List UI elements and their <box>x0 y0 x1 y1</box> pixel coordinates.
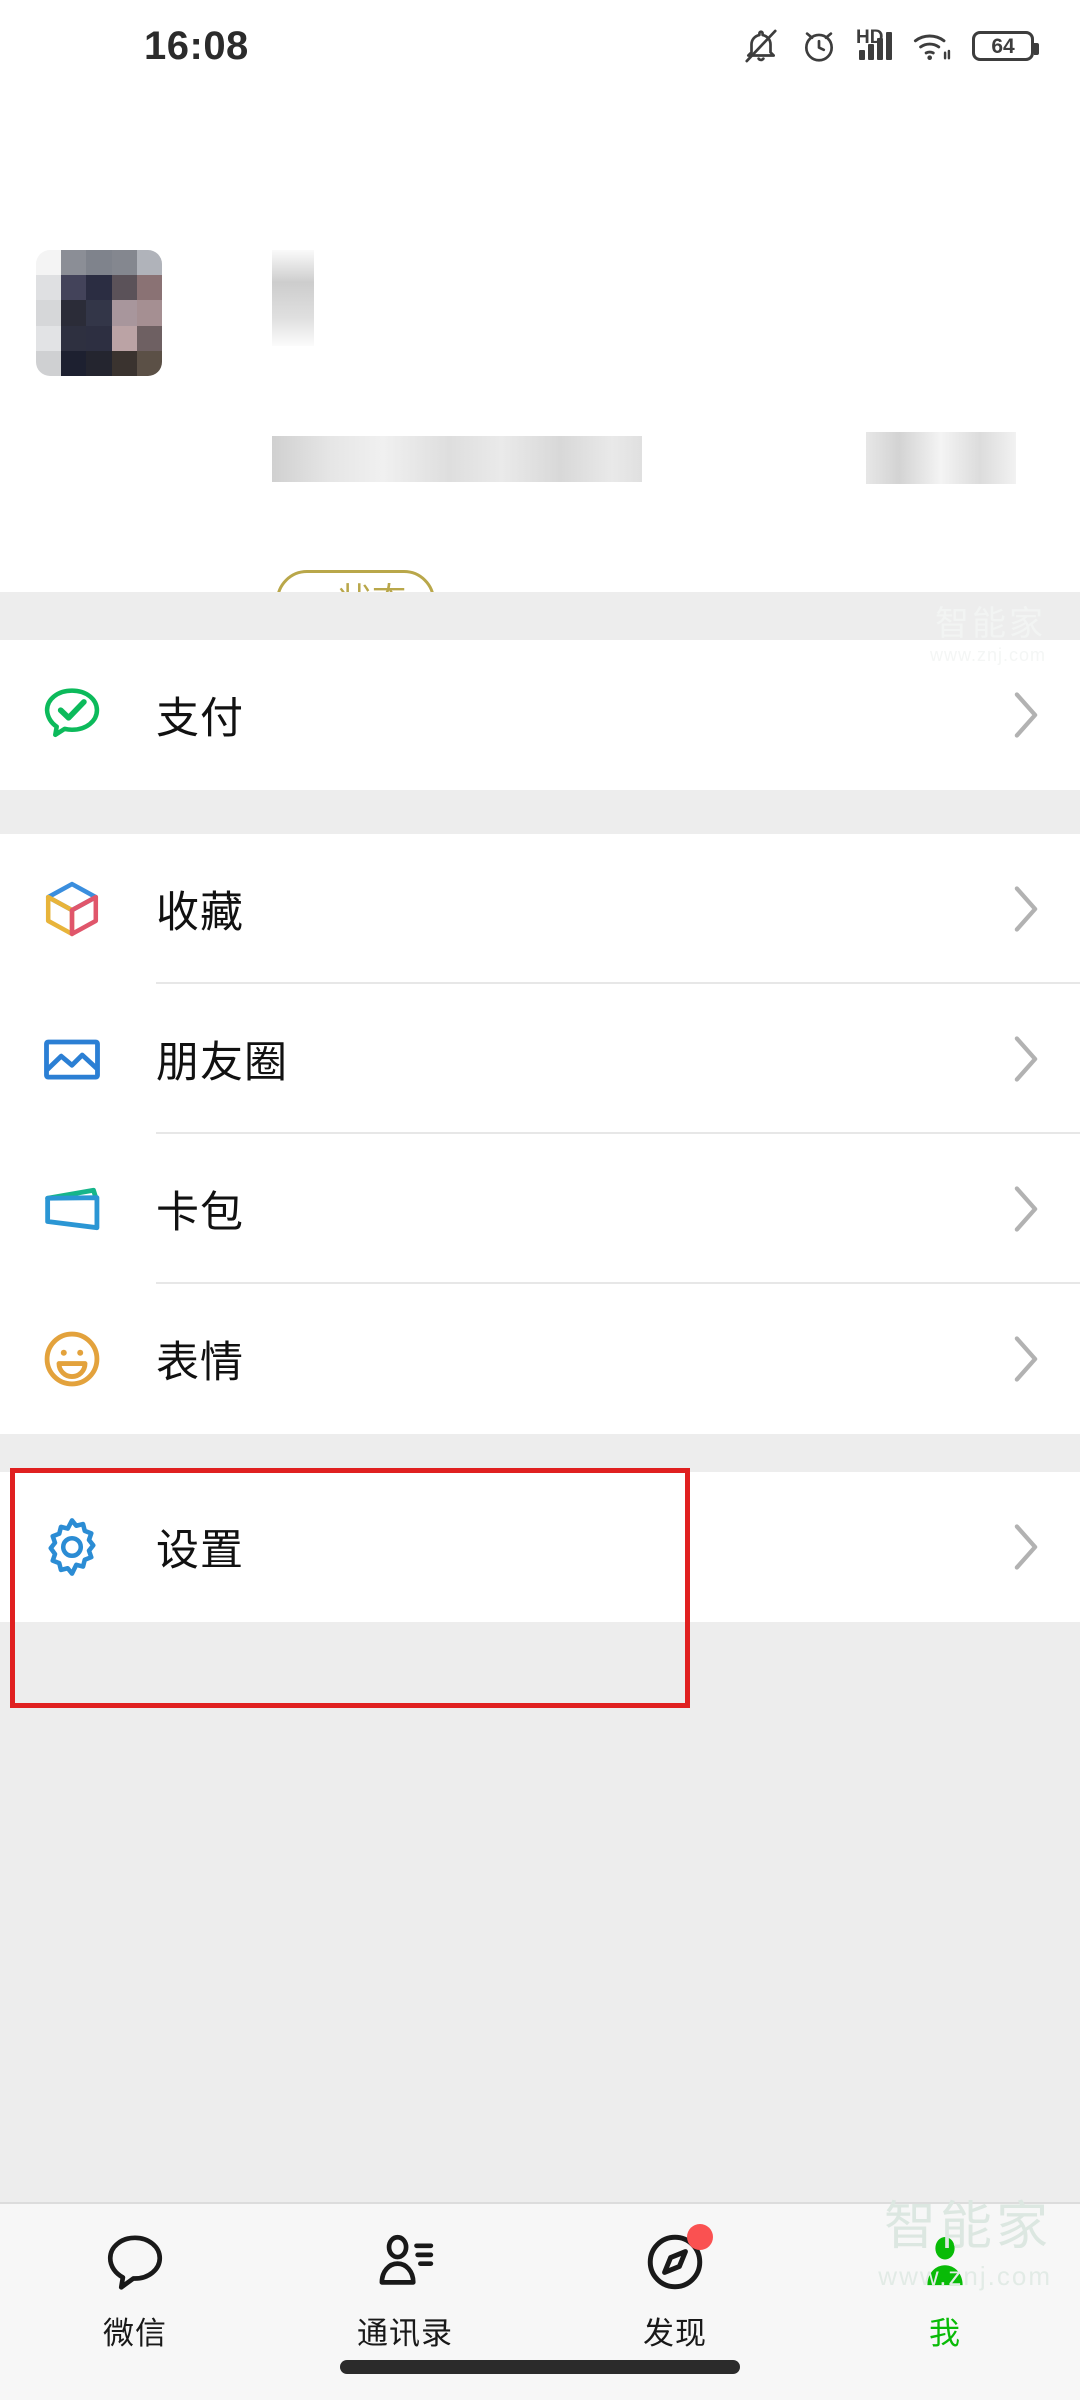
chat-bubble-icon <box>99 2226 171 2298</box>
watermark-top: 智能家 www.znj.com <box>930 596 1046 666</box>
tab-label: 我 <box>929 2316 961 2351</box>
tab-label: 通讯录 <box>357 2316 453 2351</box>
list-item-favorites[interactable]: 收藏 <box>0 834 1080 984</box>
tab-wechat[interactable]: 微信 <box>0 2226 270 2353</box>
profile-wechat-id <box>272 436 642 482</box>
chevron-right-icon <box>1012 1034 1040 1084</box>
tab-discover[interactable]: 发现 <box>540 2224 810 2353</box>
profile-name <box>272 250 314 346</box>
moments-photo-icon <box>36 1023 108 1095</box>
chevron-right-icon <box>1012 1522 1040 1572</box>
discover-compass-icon <box>639 2224 713 2298</box>
alarm-clock-icon <box>800 27 838 65</box>
hd-label: HD <box>856 27 884 48</box>
hd-signal-icon: HD <box>856 28 892 60</box>
list-item-settings[interactable]: 设置 <box>0 1472 1080 1622</box>
status-bar-icons: HD 64 <box>742 26 1039 66</box>
wifi-icon <box>912 29 952 63</box>
section-settings: 设置 <box>0 1472 1080 1622</box>
payment-icon <box>36 679 108 751</box>
list-item-payment[interactable]: 支付 <box>0 640 1080 790</box>
watermark-line2: www.znj.com <box>878 2261 1052 2291</box>
favorites-cube-icon <box>36 873 108 945</box>
list-item-moments[interactable]: 朋友圈 <box>0 984 1080 1134</box>
stickers-smiley-icon <box>36 1323 108 1395</box>
chevron-right-icon <box>1012 1184 1040 1234</box>
watermark-top-line2: www.znj.com <box>929 645 1046 665</box>
battery-level: 64 <box>991 34 1015 58</box>
tab-contacts[interactable]: 通讯录 <box>270 2226 540 2353</box>
section-gap-1 <box>0 592 1080 640</box>
list-item-label: 表情 <box>156 1339 244 1387</box>
list-item-label: 朋友圈 <box>156 1039 288 1087</box>
home-indicator[interactable] <box>340 2360 740 2374</box>
list-item-cards[interactable]: 卡包 <box>0 1134 1080 1284</box>
watermark-main: 智能家 www.znj.com <box>878 2184 1052 2292</box>
contacts-person-icon <box>369 2226 441 2298</box>
list-item-label: 卡包 <box>156 1189 244 1237</box>
avatar[interactable] <box>36 250 162 376</box>
tab-label: 微信 <box>103 2316 167 2351</box>
section-gap-3 <box>0 1434 1080 1472</box>
section-content: 收藏 朋友圈 卡包 表情 <box>0 834 1080 1434</box>
watermark-line1: 智能家 <box>883 2198 1052 2256</box>
list-item-label: 收藏 <box>156 889 244 937</box>
mute-bell-icon <box>742 26 780 66</box>
list-item-label: 支付 <box>156 695 244 743</box>
watermark-top-line1: 智能家 <box>935 605 1046 643</box>
discover-badge-dot <box>687 2224 713 2250</box>
settings-gear-icon <box>36 1511 108 1583</box>
status-bar-clock: 16:08 <box>144 23 249 68</box>
list-item-label: 设置 <box>156 1527 244 1575</box>
status-bar: 16:08 HD 64 <box>0 0 1080 92</box>
section-payment: 支付 <box>0 640 1080 790</box>
section-gap-2 <box>0 790 1080 834</box>
list-item-stickers[interactable]: 表情 <box>0 1284 1080 1434</box>
profile-qr-blur[interactable] <box>866 432 1016 484</box>
chevron-right-icon <box>1012 1334 1040 1384</box>
wechat-me-screen: 16:08 HD 64 支付 收藏 朋友圈 卡包 表情 设置 智能家 www.z… <box>0 0 1080 2400</box>
profile-header[interactable]: + 状态 <box>0 92 1080 632</box>
chevron-right-icon <box>1012 690 1040 740</box>
cards-wallet-icon <box>36 1173 108 1245</box>
battery-icon: 64 <box>972 31 1039 61</box>
tab-label: 发现 <box>643 2316 707 2351</box>
chevron-right-icon <box>1012 884 1040 934</box>
